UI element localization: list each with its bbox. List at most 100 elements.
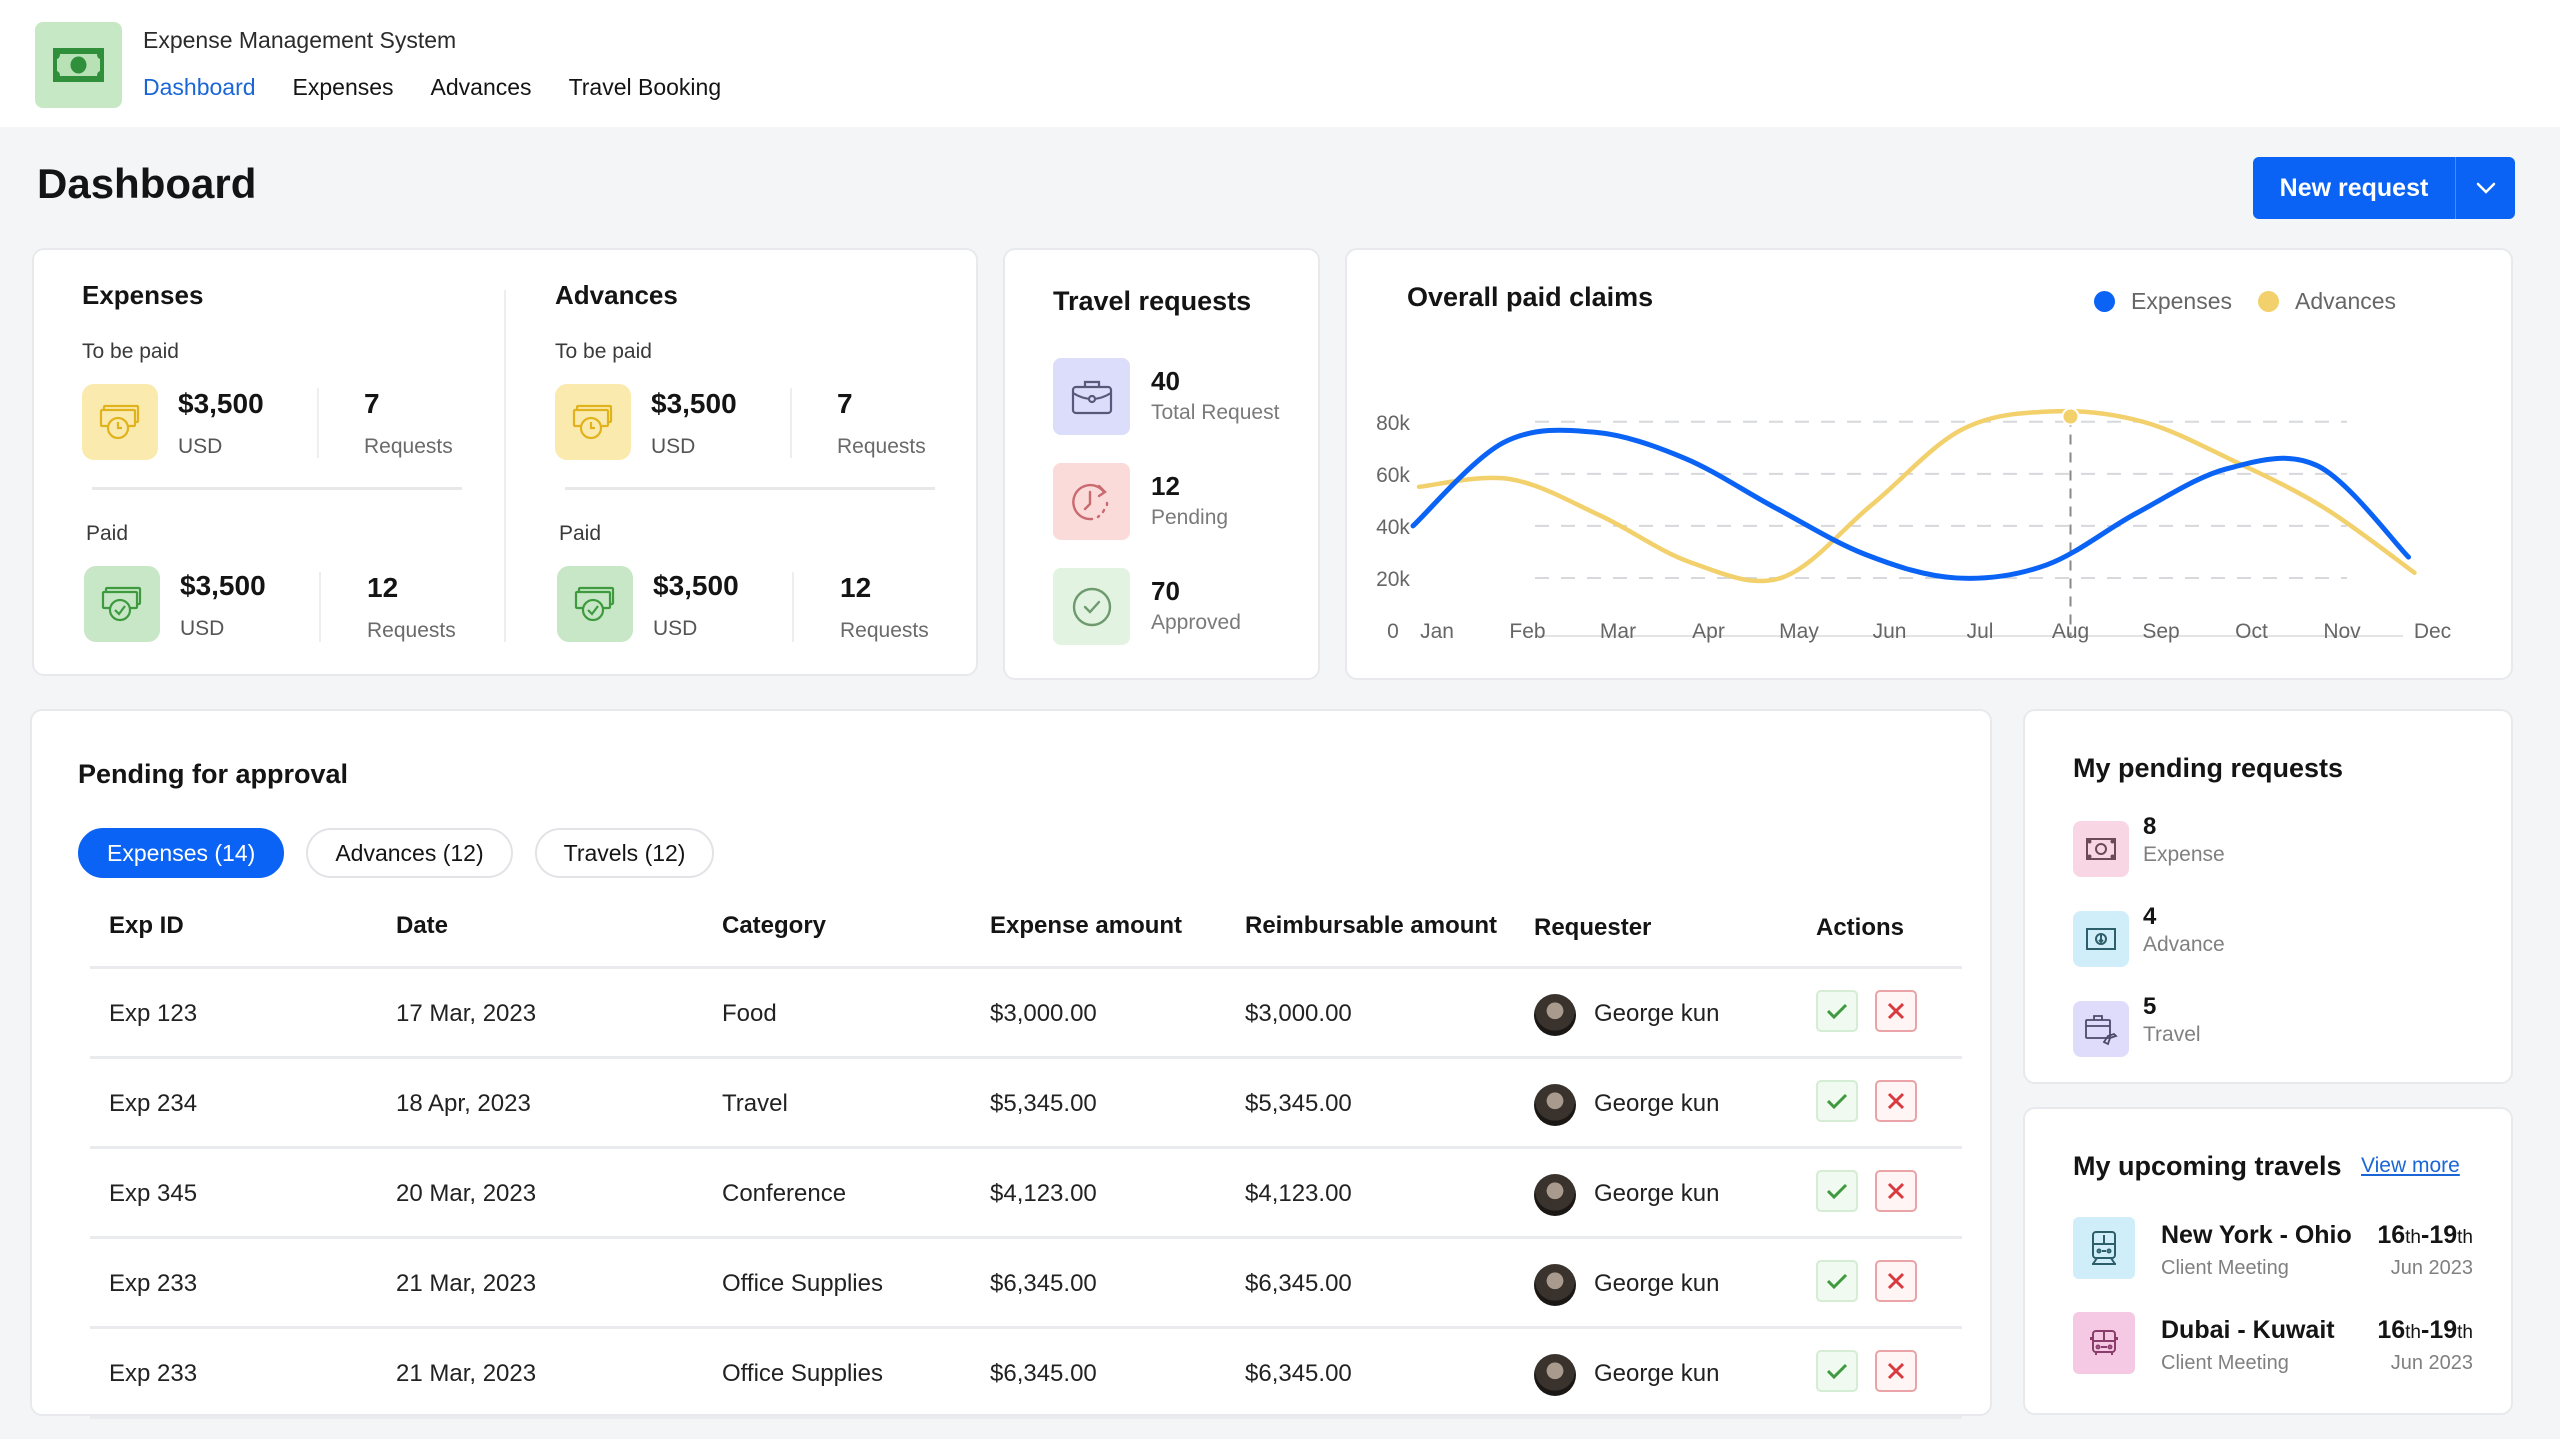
cash-down-icon-tile <box>2073 911 2129 967</box>
travel-stat-pending[interactable]: 12 Pending <box>1053 463 1313 541</box>
money-clock-icon-tile <box>82 384 158 460</box>
travel-month: Jun 2023 <box>2390 1352 2473 1374</box>
reject-button[interactable] <box>1875 1260 1917 1302</box>
approve-button[interactable] <box>1816 1170 1858 1212</box>
cell-category: Travel <box>722 1090 788 1117</box>
bus-icon-tile <box>2073 1312 2135 1374</box>
pending-approval-title: Pending for approval <box>78 759 349 789</box>
column-header-requester[interactable]: Requester <box>1534 914 1651 942</box>
requester-avatar <box>1534 994 1576 1036</box>
requester-avatar <box>1534 1084 1576 1126</box>
pending-travel-count: 5 <box>2143 993 2157 1020</box>
cell-date: 20 Mar, 2023 <box>396 1180 537 1207</box>
view-more-link[interactable]: View more <box>2361 1154 2460 1178</box>
column-header-reimbursable-amount[interactable]: Reimbursable amount <box>1245 912 1497 940</box>
requests-label: Requests <box>840 619 929 642</box>
requests-label: Requests <box>837 435 926 458</box>
nav-dashboard[interactable]: Dashboard <box>143 74 256 101</box>
pending-item-advance[interactable]: 4 Advance <box>2073 903 2473 971</box>
close-icon <box>1887 1182 1905 1200</box>
my-pending-requests-card: My pending requests 8 Expense 4 Advance … <box>2023 709 2513 1084</box>
table-row[interactable]: Exp 233 21 Mar, 2023 Office Supplies $6,345… <box>90 1239 1962 1329</box>
column-header-date[interactable]: Date <box>396 912 448 940</box>
advances-to-be-paid-amount: $3,500 <box>651 388 737 419</box>
approve-button[interactable] <box>1816 1260 1858 1302</box>
column-divider <box>504 290 506 642</box>
reject-button[interactable] <box>1875 990 1917 1032</box>
app-logo[interactable] <box>35 22 122 108</box>
cell-reimbursable-amount: $4,123.00 <box>1245 1180 1352 1207</box>
advances-summary-title: Advances <box>555 280 678 310</box>
cell-date: 18 Apr, 2023 <box>396 1090 531 1117</box>
paid-label: Paid <box>559 522 602 545</box>
pending-expense-label: Expense <box>2143 843 2225 866</box>
reject-button[interactable] <box>1875 1080 1917 1122</box>
cell-actions <box>1816 990 1926 1032</box>
new-request-dropdown-button[interactable] <box>2456 157 2515 219</box>
column-header-expense-amount[interactable]: Expense amount <box>990 912 1182 940</box>
cell-exp-id: Exp 123 <box>109 1000 198 1027</box>
briefcase-icon-tile <box>1053 358 1130 435</box>
check-icon <box>1826 1273 1848 1290</box>
pending-item-travel[interactable]: 5 Travel <box>2073 993 2473 1061</box>
travel-dates: 16th-19th <box>2377 1221 2473 1250</box>
banknote-icon <box>2086 838 2116 860</box>
cell-expense-amount: $6,345.00 <box>990 1360 1097 1387</box>
money-clock-icon <box>572 404 613 440</box>
my-pending-requests-title: My pending requests <box>2073 753 2344 783</box>
approve-button[interactable] <box>1816 1080 1858 1122</box>
requests-label: Requests <box>364 435 453 458</box>
advances-paid-amount: $3,500 <box>653 570 739 601</box>
x-tick-label: Sep <box>2142 620 2179 643</box>
train-icon <box>2092 1231 2116 1265</box>
approve-button[interactable] <box>1816 1350 1858 1392</box>
date-suffix: th <box>2405 1322 2421 1343</box>
app-title: Expense Management System <box>143 27 457 53</box>
x-tick-label: Nov <box>2323 620 2361 643</box>
x-tick-label: Feb <box>1509 620 1545 643</box>
nav-advances[interactable]: Advances <box>431 74 532 101</box>
money-check-icon <box>101 586 142 622</box>
column-header-exp-id[interactable]: Exp ID <box>109 912 184 940</box>
table-row[interactable]: Exp 233 21 Mar, 2023 Office Supplies $6,345… <box>90 1329 1962 1419</box>
pending-item-expense[interactable]: 8 Expense <box>2073 813 2473 881</box>
cell-exp-id: Exp 345 <box>109 1180 198 1207</box>
tab-advances[interactable]: Advances (12) <box>306 828 513 878</box>
pending-label: Pending <box>1151 506 1229 529</box>
tab-travels[interactable]: Travels (12) <box>534 828 715 878</box>
cell-exp-id: Exp 233 <box>109 1270 198 1297</box>
expenses-advances-summary-card: Expenses To be paid $3,500 USD 7 Request… <box>32 248 978 676</box>
x-tick-label: Oct <box>2235 620 2268 643</box>
currency-label: USD <box>180 617 225 640</box>
y-tick-label: 0 <box>1387 620 1399 643</box>
travel-stat-approved[interactable]: 70 Approved <box>1053 568 1313 646</box>
table-row[interactable]: Exp 345 20 Mar, 2023 Conference $4,123.00 $4… <box>90 1149 1962 1239</box>
expenses-to-be-paid-count: 7 <box>364 388 380 419</box>
table-row[interactable]: Exp 123 17 Mar, 2023 Food $3,000.00 $3,000.0… <box>90 969 1962 1059</box>
cell-reimbursable-amount: $5,345.00 <box>1245 1090 1352 1117</box>
requester-avatar <box>1534 1174 1576 1216</box>
date-suffix: th <box>2405 1227 2421 1248</box>
reject-button[interactable] <box>1875 1350 1917 1392</box>
briefcase-icon <box>1071 380 1112 414</box>
table-header: Exp ID Date Category Expense amount Reim… <box>90 886 1962 969</box>
banknote-icon-tile <box>2073 821 2129 877</box>
nav-travel-booking[interactable]: Travel Booking <box>569 74 722 101</box>
travel-stat-total[interactable]: 40 Total Request <box>1053 358 1313 436</box>
travel-item[interactable]: Dubai - Kuwait Client Meeting 16th-19th … <box>2073 1312 2473 1376</box>
clock-rotate-icon <box>1071 483 1108 520</box>
close-icon <box>1887 1362 1905 1380</box>
currency-label: USD <box>178 435 223 458</box>
table-row[interactable]: Exp 234 18 Apr, 2023 Travel $5,345.00 $5,345… <box>90 1059 1962 1149</box>
column-header-category[interactable]: Category <box>722 912 826 940</box>
tab-expenses[interactable]: Expenses (14) <box>78 828 285 878</box>
requester-name: George kun <box>1594 1180 1720 1207</box>
pending-travel-label: Travel <box>2143 1023 2201 1046</box>
nav-expenses[interactable]: Expenses <box>293 74 394 101</box>
total-request-value: 40 <box>1151 366 1180 396</box>
approve-button[interactable] <box>1816 990 1858 1032</box>
travel-item[interactable]: New York - Ohio Client Meeting 16th-19th… <box>2073 1217 2473 1281</box>
reject-button[interactable] <box>1875 1170 1917 1212</box>
series-line-advances <box>1416 408 2417 584</box>
new-request-button[interactable]: New request <box>2253 157 2456 219</box>
